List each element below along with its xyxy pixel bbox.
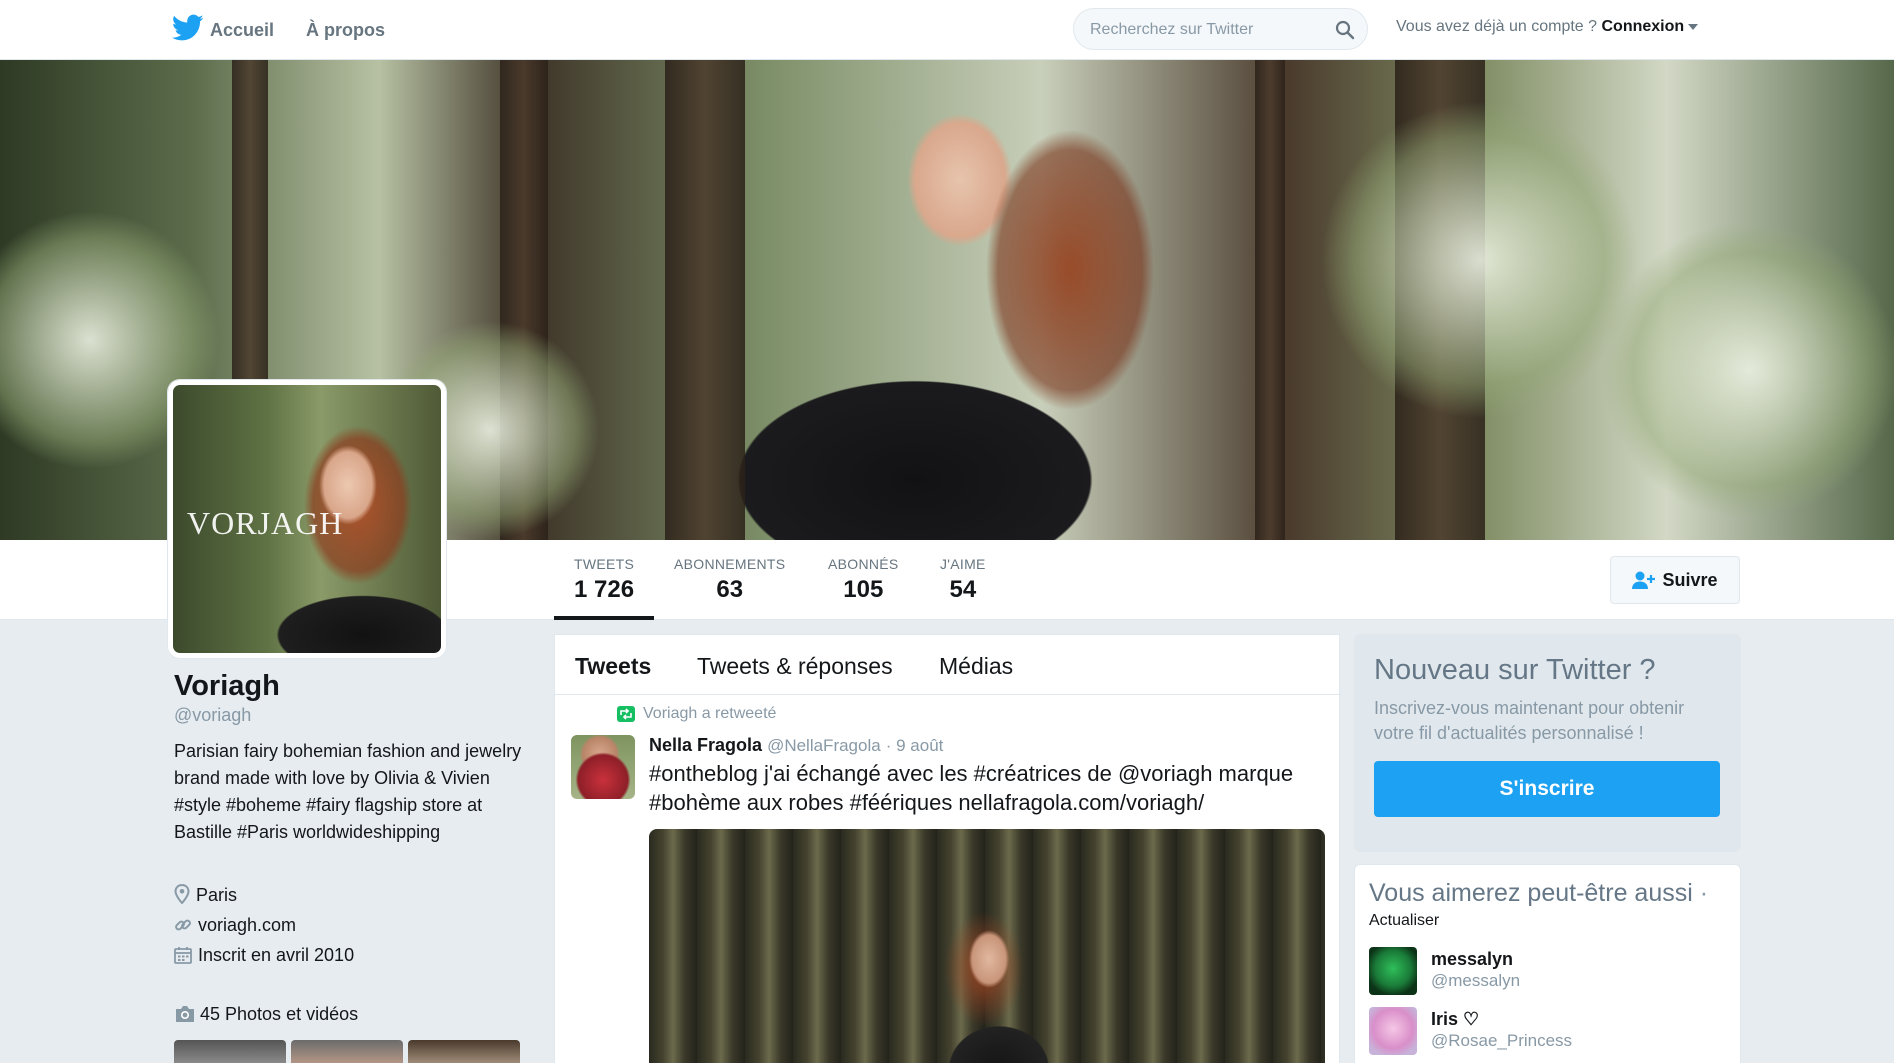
photos-videos-link[interactable]: 45 Photos et vidéos	[174, 1004, 358, 1025]
nav-home-link[interactable]: Accueil	[210, 20, 274, 41]
search-box	[1073, 8, 1368, 50]
stat-label: J'AIME	[940, 556, 986, 572]
tab-media[interactable]: Médias	[939, 653, 1013, 680]
active-stat-indicator	[554, 616, 654, 620]
tweet-timeline: Tweets Tweets & réponses Médias Voriagh …	[554, 634, 1340, 1063]
stat-likes[interactable]: J'AIME 54	[940, 556, 986, 604]
profile-handle[interactable]: @voriagh	[174, 705, 251, 726]
stat-followers[interactable]: ABONNÉS 105	[828, 556, 899, 604]
nav-about-link[interactable]: À propos	[306, 20, 385, 41]
tweet-header: Nella Fragola @NellaFragola · 9 août	[649, 735, 943, 756]
retweet-label: Voriagh a retweeté	[643, 705, 777, 722]
location-icon	[174, 883, 190, 905]
tweet-date[interactable]: · 9 août	[886, 736, 944, 755]
avatar-wordmark: VORJAGH	[187, 505, 344, 541]
banner-tree	[665, 60, 745, 540]
who-to-follow-title: Vous aimerez peut-être aussi ·	[1369, 879, 1708, 908]
timeline-tabs: Tweets Tweets & réponses Médias	[555, 635, 1339, 695]
website-link[interactable]: voriagh.com	[198, 915, 296, 935]
tweet-media-image[interactable]	[649, 829, 1325, 1063]
profile-bio: Parisian fairy bohemian fashion and jewe…	[174, 741, 522, 842]
suggestion-name[interactable]: Iris ♡	[1431, 1009, 1479, 1030]
stat-value: 63	[716, 576, 744, 603]
signup-title: Nouveau sur Twitter ?	[1374, 654, 1656, 686]
suggestion-handle[interactable]: @Rosae_Princess	[1431, 1031, 1572, 1051]
profile-name[interactable]: Voriagh	[174, 670, 280, 703]
stat-value: 105	[843, 576, 884, 603]
chevron-down-icon[interactable]	[1688, 23, 1699, 30]
profile-location: Paris	[174, 883, 238, 906]
refresh-link[interactable]: Actualiser	[1369, 912, 1439, 930]
stat-value: 54	[949, 576, 977, 603]
tweet-author-handle[interactable]: @NellaFragola	[767, 736, 881, 755]
location-text: Paris	[196, 885, 238, 905]
banner-foliage	[1320, 100, 1640, 420]
photo-thumbnail[interactable]	[291, 1040, 403, 1063]
signup-text: Inscrivez-vous maintenant pour obtenir v…	[1374, 698, 1685, 743]
banner-foliage	[1600, 220, 1894, 520]
calendar-icon	[174, 947, 192, 964]
stat-value: 1 726	[574, 576, 635, 603]
signup-button[interactable]: S'inscrire	[1374, 761, 1720, 817]
suggestion-handle[interactable]: @messalyn	[1431, 971, 1520, 991]
account-login-area: Vous avez déjà un compte ? Connexion	[1396, 18, 1699, 36]
follow-label: Suivre	[1662, 569, 1718, 590]
suggestion-name[interactable]: messalyn	[1431, 949, 1513, 970]
camera-icon	[176, 1006, 194, 1022]
stat-label: TWEETS	[574, 556, 635, 572]
top-navigation-bar: Accueil À propos Vous avez déjà un compt…	[0, 0, 1894, 60]
tweet-author-name[interactable]: Nella Fragola	[649, 735, 762, 755]
login-dropdown[interactable]: Connexion	[1601, 18, 1684, 35]
search-icon[interactable]	[1335, 20, 1355, 40]
tweet-author-avatar[interactable]	[571, 735, 635, 799]
retweet-context: Voriagh a retweeté	[617, 705, 776, 723]
search-input[interactable]	[1090, 19, 1320, 41]
who-to-follow-module: Vous aimerez peut-être aussi · Actualise…	[1354, 864, 1741, 1063]
follow-button[interactable]: Suivre	[1610, 556, 1740, 604]
signup-module: Nouveau sur Twitter ? Inscrivez-vous mai…	[1354, 634, 1741, 852]
joined-text: Inscrit en avril 2010	[198, 945, 355, 965]
profile-website: voriagh.com	[174, 915, 296, 936]
separator-dot: ·	[1699, 879, 1709, 907]
profile-joined: Inscrit en avril 2010	[174, 945, 354, 966]
account-prompt: Vous avez déjà un compte ?	[1396, 18, 1598, 35]
suggestion-item[interactable]: messalyn @messalyn	[1369, 947, 1719, 999]
suggestion-avatar[interactable]	[1369, 1007, 1417, 1055]
banner-tree	[1255, 60, 1285, 540]
tweet-text: #ontheblog j'ai échangé avec les #créatr…	[649, 761, 1294, 815]
link-icon	[175, 919, 191, 931]
twitter-bird-icon[interactable]	[172, 14, 204, 42]
suggestion-item[interactable]: Iris ♡ @Rosae_Princess	[1369, 1007, 1719, 1059]
stat-following[interactable]: ABONNEMENTS 63	[674, 556, 785, 604]
profile-avatar[interactable]: VORJAGH	[168, 380, 446, 658]
photo-thumbnail[interactable]	[408, 1040, 520, 1063]
stat-label: ABONNÉS	[828, 556, 899, 572]
tab-tweets-replies[interactable]: Tweets & réponses	[697, 653, 893, 680]
stat-tweets[interactable]: TWEETS 1 726	[574, 556, 634, 604]
who-to-follow-heading: Vous aimerez peut-être aussi	[1369, 879, 1693, 907]
add-user-icon	[1632, 571, 1656, 589]
photos-label: 45 Photos et vidéos	[200, 1004, 359, 1024]
stat-label: ABONNEMENTS	[674, 556, 786, 572]
tab-tweets[interactable]: Tweets	[575, 653, 651, 680]
retweet-icon	[617, 706, 635, 722]
photo-thumbnail[interactable]	[174, 1040, 286, 1063]
suggestion-avatar[interactable]	[1369, 947, 1417, 995]
